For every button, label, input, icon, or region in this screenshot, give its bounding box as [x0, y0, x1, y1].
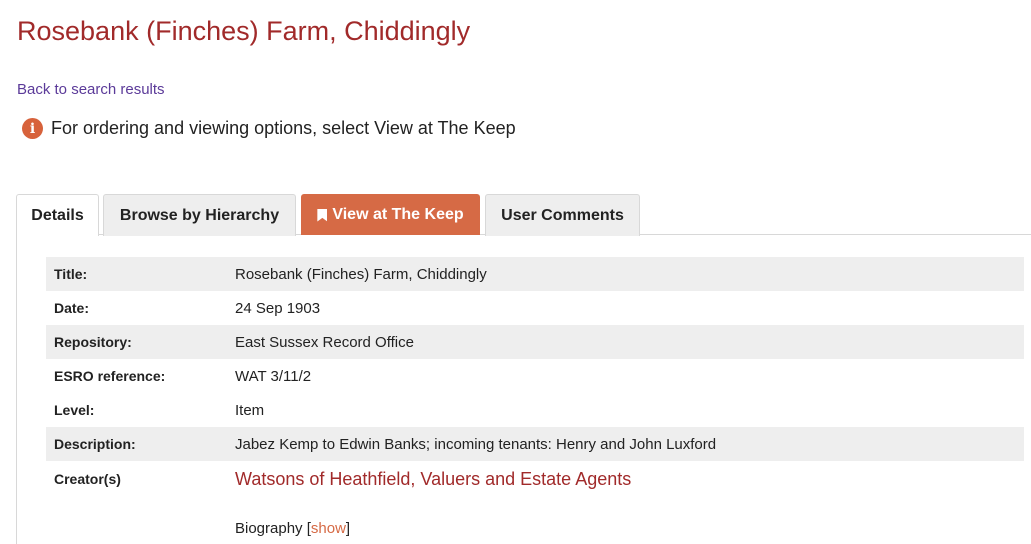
table-row: ESRO reference: WAT 3/11/2 — [46, 359, 1024, 393]
info-circle-icon: i — [22, 118, 43, 139]
bracket-close: ] — [345, 520, 351, 537]
notice-text: For ordering and viewing options, select… — [51, 118, 516, 138]
record-tabs: Details Browse by Hierarchy View at The … — [16, 194, 1031, 236]
biography-label: Biography — [235, 520, 303, 537]
row-label: Date: — [54, 300, 90, 316]
tab-comments-label: User Comments — [501, 206, 624, 224]
row-label: Title: — [54, 266, 88, 282]
creator-label: Creator(s) — [54, 471, 121, 487]
row-label: Repository: — [54, 334, 132, 350]
tab-details-label: Details — [31, 206, 84, 224]
tab-browse-label: Browse by Hierarchy — [119, 206, 280, 224]
tab-keep-label: View at The Keep — [332, 206, 464, 223]
table-row: Date: 24 Sep 1903 — [46, 291, 1024, 325]
row-label: Level: — [54, 402, 95, 418]
row-value: 24 Sep 1903 — [235, 299, 321, 317]
row-value: WAT 3/11/2 — [235, 367, 312, 385]
table-row: Level: Item — [46, 393, 1024, 427]
biography-row: Biography [show] — [235, 520, 350, 537]
row-value: East Sussex Record Office — [235, 333, 414, 351]
table-row: Description: Jabez Kemp to Edwin Banks; … — [46, 427, 1024, 461]
tab-panel-border — [16, 235, 17, 544]
table-row: Repository: East Sussex Record Office — [46, 325, 1024, 359]
biography-show-toggle[interactable]: show — [311, 520, 346, 537]
row-value: Item — [235, 401, 265, 419]
tab-details[interactable]: Details — [16, 194, 99, 236]
row-value: Rosebank (Finches) Farm, Chiddingly — [235, 265, 487, 283]
ordering-notice: i For ordering and viewing options, sele… — [22, 118, 516, 139]
details-table: Title: Rosebank (Finches) Farm, Chidding… — [46, 257, 1024, 497]
tab-user-comments[interactable]: User Comments — [485, 194, 640, 236]
creator-row: Creator(s) Watsons of Heathfield, Valuer… — [46, 461, 1024, 497]
tab-browse-by-hierarchy[interactable]: Browse by Hierarchy — [103, 194, 296, 236]
back-to-search-link[interactable]: Back to search results — [17, 81, 165, 98]
creator-link[interactable]: Watsons of Heathfield, Valuers and Estat… — [235, 469, 631, 490]
table-row: Title: Rosebank (Finches) Farm, Chidding… — [46, 257, 1024, 291]
bookmark-icon — [317, 208, 328, 222]
row-label: ESRO reference: — [54, 368, 166, 384]
page-title: Rosebank (Finches) Farm, Chiddingly — [17, 16, 471, 46]
tab-view-at-the-keep[interactable]: View at The Keep — [301, 194, 480, 235]
row-label: Description: — [54, 436, 136, 452]
row-value: Jabez Kemp to Edwin Banks; incoming tena… — [235, 435, 717, 453]
